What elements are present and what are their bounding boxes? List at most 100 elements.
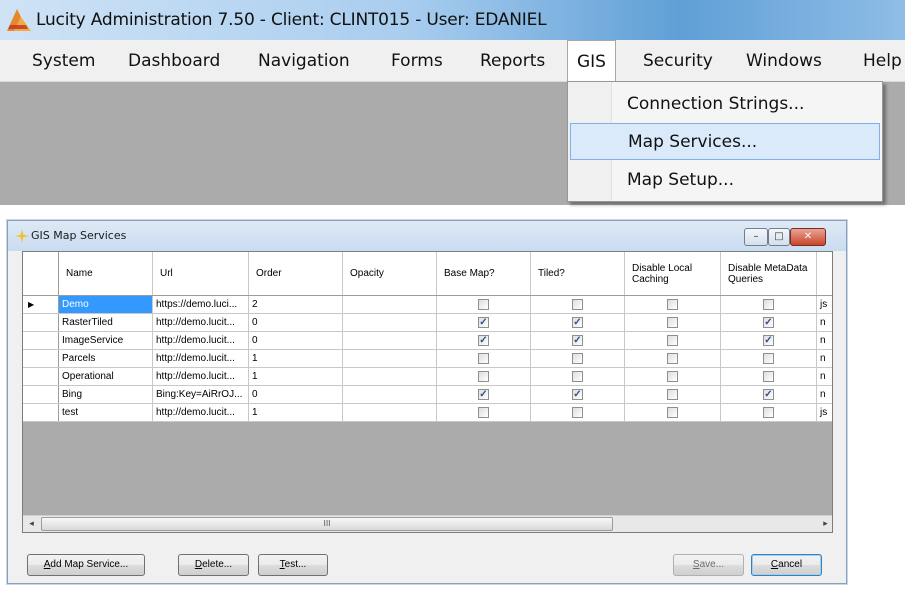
delete-button[interactable]: Delete... — [178, 554, 249, 576]
cell-opacity[interactable] — [343, 350, 437, 367]
menu-help[interactable]: Help — [863, 40, 902, 82]
test-button[interactable]: Test... — [258, 554, 328, 576]
cell-base-map[interactable] — [437, 350, 531, 367]
table-row[interactable]: BingBing:Key=AiRrOJ...0 n — [23, 386, 832, 404]
cell-name[interactable]: Demo — [59, 296, 153, 313]
cell-order[interactable]: 1 — [249, 350, 343, 367]
cell-base-map[interactable] — [437, 314, 531, 331]
cell-tiled[interactable] — [531, 314, 625, 331]
cell-url[interactable]: https://demo.luci... — [153, 296, 249, 313]
column-header-disable-local-caching[interactable]: Disable Local Caching — [625, 252, 721, 295]
cell-extra[interactable]: n — [817, 386, 832, 403]
cell-name[interactable]: Parcels — [59, 350, 153, 367]
column-header-url[interactable]: Url — [153, 252, 249, 295]
cell-name[interactable]: test — [59, 404, 153, 421]
column-header-tiled[interactable]: Tiled? — [531, 252, 625, 295]
column-header-base-map[interactable]: Base Map? — [437, 252, 531, 295]
cell-opacity[interactable] — [343, 296, 437, 313]
cell-order[interactable]: 0 — [249, 386, 343, 403]
column-header-name[interactable]: Name — [59, 252, 153, 295]
checkbox[interactable] — [478, 371, 489, 382]
cell-base-map[interactable] — [437, 404, 531, 421]
cell-name[interactable]: ImageService — [59, 332, 153, 349]
checkbox[interactable] — [478, 389, 489, 400]
checkbox[interactable] — [572, 407, 583, 418]
checkbox[interactable] — [763, 389, 774, 400]
checkbox[interactable] — [667, 353, 678, 364]
cell-extra[interactable]: n — [817, 368, 832, 385]
menu-windows[interactable]: Windows — [746, 40, 822, 82]
cell-base-map[interactable] — [437, 296, 531, 313]
menu-gis[interactable]: GIS — [567, 40, 616, 83]
checkbox[interactable] — [667, 317, 678, 328]
cell-extra[interactable]: js — [817, 404, 832, 421]
table-row[interactable]: Operational http://demo.lucit... 1 n — [23, 368, 832, 386]
save-button[interactable]: Save... — [673, 554, 744, 576]
cell-order[interactable]: 1 — [249, 368, 343, 385]
checkbox[interactable] — [572, 353, 583, 364]
cell-url[interactable]: Bing:Key=AiRrOJ... — [153, 386, 249, 403]
cell-disable-metadata-queries[interactable] — [721, 350, 817, 367]
table-row[interactable]: ImageServicehttp://demo.lucit...0 n — [23, 332, 832, 350]
cell-name[interactable]: RasterTiled — [59, 314, 153, 331]
cell-extra[interactable]: n — [817, 332, 832, 349]
column-header-opacity[interactable]: Opacity — [343, 252, 437, 295]
cell-disable-local-caching[interactable] — [625, 332, 721, 349]
checkbox[interactable] — [572, 317, 583, 328]
row-header[interactable] — [23, 350, 59, 367]
cell-opacity[interactable] — [343, 368, 437, 385]
cell-disable-local-caching[interactable] — [625, 296, 721, 313]
checkbox[interactable] — [478, 299, 489, 310]
cell-url[interactable]: http://demo.lucit... — [153, 314, 249, 331]
checkbox[interactable] — [763, 407, 774, 418]
cell-opacity[interactable] — [343, 314, 437, 331]
menu-item-map-services[interactable]: Map Services... — [570, 123, 880, 160]
cell-tiled[interactable] — [531, 404, 625, 421]
checkbox[interactable] — [763, 371, 774, 382]
cell-disable-metadata-queries[interactable] — [721, 386, 817, 403]
cell-base-map[interactable] — [437, 368, 531, 385]
checkbox[interactable] — [763, 335, 774, 346]
cell-name[interactable]: Operational — [59, 368, 153, 385]
checkbox[interactable] — [667, 389, 678, 400]
checkbox[interactable] — [572, 371, 583, 382]
checkbox[interactable] — [478, 335, 489, 346]
table-row[interactable]: RasterTiledhttp://demo.lucit...0 n — [23, 314, 832, 332]
cancel-button[interactable]: Cancel — [751, 554, 822, 576]
cell-base-map[interactable] — [437, 332, 531, 349]
row-header[interactable] — [23, 404, 59, 421]
scroll-thumb[interactable]: III — [41, 517, 613, 531]
checkbox[interactable] — [667, 299, 678, 310]
cell-tiled[interactable] — [531, 386, 625, 403]
cell-disable-local-caching[interactable] — [625, 350, 721, 367]
checkbox[interactable] — [667, 407, 678, 418]
cell-order[interactable]: 0 — [249, 332, 343, 349]
cell-disable-metadata-queries[interactable] — [721, 296, 817, 313]
menu-item-map-setup[interactable]: Map Setup... — [570, 162, 880, 199]
menu-item-connection-strings[interactable]: Connection Strings... — [570, 86, 880, 123]
cell-disable-metadata-queries[interactable] — [721, 314, 817, 331]
checkbox[interactable] — [763, 317, 774, 328]
cell-order[interactable]: 0 — [249, 314, 343, 331]
checkbox[interactable] — [572, 299, 583, 310]
cell-disable-local-caching[interactable] — [625, 314, 721, 331]
checkbox[interactable] — [572, 335, 583, 346]
cell-extra[interactable]: n — [817, 350, 832, 367]
cell-disable-local-caching[interactable] — [625, 404, 721, 421]
checkbox[interactable] — [763, 299, 774, 310]
cell-opacity[interactable] — [343, 386, 437, 403]
cell-extra[interactable]: js — [817, 296, 832, 313]
row-header[interactable] — [23, 314, 59, 331]
cell-opacity[interactable] — [343, 404, 437, 421]
menu-reports[interactable]: Reports — [480, 40, 545, 82]
cell-url[interactable]: http://demo.lucit... — [153, 368, 249, 385]
close-button[interactable]: ✕ — [790, 228, 826, 246]
row-header[interactable] — [23, 332, 59, 349]
checkbox[interactable] — [572, 389, 583, 400]
cell-tiled[interactable] — [531, 332, 625, 349]
checkbox[interactable] — [763, 353, 774, 364]
menu-navigation[interactable]: Navigation — [258, 40, 350, 82]
cell-tiled[interactable] — [531, 296, 625, 313]
cell-order[interactable]: 1 — [249, 404, 343, 421]
menu-security[interactable]: Security — [643, 40, 713, 82]
